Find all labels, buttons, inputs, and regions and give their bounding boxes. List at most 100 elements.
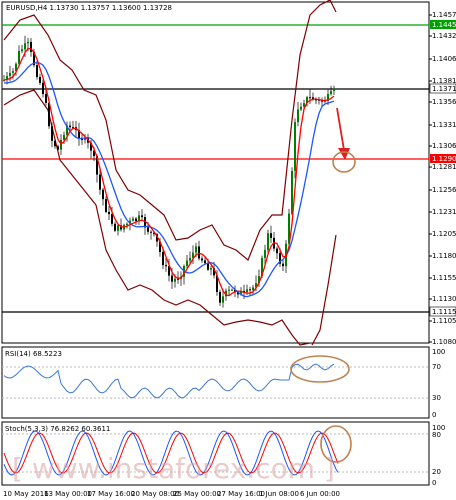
watermark: [ www.instaforex.com ]	[12, 452, 335, 485]
candle-body	[231, 289, 233, 291]
candle-body	[165, 265, 167, 267]
candle-body	[300, 106, 302, 110]
candle-body	[219, 292, 221, 303]
eurusd-h4-chart[interactable]: EURUSD,H4 1.13730 1.13757 1.13600 1.1372…	[0, 0, 456, 500]
time-label: 27 May 16:00	[217, 490, 265, 498]
candle-body	[132, 218, 134, 221]
candle-body	[204, 260, 206, 264]
candle-body	[282, 263, 284, 267]
price-scale-label: 1.13565	[432, 98, 456, 106]
candle-body	[60, 139, 62, 150]
stoch-header: Stoch(5,3,3) 76.8262 60.3611	[5, 425, 110, 433]
candle-body	[27, 41, 29, 44]
candle-body	[42, 82, 44, 95]
price-scale-label: 1.14320	[432, 32, 456, 40]
price-scale-label: 1.14065	[432, 55, 456, 63]
price-scale-label: 1.12310	[432, 208, 456, 216]
candle-body	[291, 170, 293, 214]
rsi-scale-30: 30	[432, 394, 441, 402]
candle-body	[162, 252, 164, 266]
candle-body	[201, 258, 203, 261]
candle-body	[117, 225, 119, 231]
price-scale-label: 1.12560	[432, 186, 456, 194]
price-scale-label: 1.12810	[432, 163, 456, 171]
stoch-scale-20: 20	[432, 468, 441, 476]
rsi-scale-70: 70	[432, 363, 441, 371]
candle-body	[108, 211, 110, 215]
price-scale-label: 1.11050	[432, 317, 456, 325]
time-label: 17 May 16:00	[87, 490, 135, 498]
candle-body	[147, 227, 149, 232]
time-axis: 10 May 201613 May 00:0017 May 16:0020 Ma…	[3, 490, 340, 498]
rsi-scale-100: 100	[432, 348, 445, 356]
candle-body	[228, 289, 230, 291]
candle-body	[264, 249, 266, 258]
rsi-scale-0: 0	[432, 411, 436, 419]
resistance-label: 1.13713	[432, 85, 456, 93]
green-level-label: 1.14454	[432, 21, 456, 29]
candle-body	[36, 65, 38, 78]
time-label: 1 Jun 08:00	[259, 490, 299, 498]
time-label: 20 May 08:00	[131, 490, 179, 498]
candle-body	[24, 43, 26, 50]
candle-body	[39, 77, 41, 83]
candle-body	[150, 231, 152, 233]
candle-body	[333, 88, 335, 92]
candle-body	[171, 275, 173, 282]
time-label: 6 Jun 00:00	[300, 490, 340, 498]
candle-body	[186, 260, 188, 267]
candle-body	[210, 268, 212, 270]
support-label: 1.11150	[432, 308, 456, 316]
candle-body	[12, 71, 14, 73]
candle-body	[54, 140, 56, 147]
candle-body	[330, 91, 332, 95]
rsi-header: RSI(14) 68.5223	[5, 350, 62, 358]
candle-body	[189, 258, 191, 261]
candle-body	[114, 223, 116, 231]
time-label: 10 May 2016	[3, 490, 49, 498]
candle-body	[111, 214, 113, 224]
main-header: EURUSD,H4 1.13730 1.13757 1.13600 1.1372…	[6, 4, 172, 12]
candle-body	[276, 248, 278, 254]
red-level-label: 1.12904	[432, 155, 456, 163]
candle-body	[102, 189, 104, 200]
price-scale-label: 1.10800	[432, 338, 456, 346]
time-label: 25 May 00:00	[173, 490, 221, 498]
candle-body	[21, 49, 23, 52]
candle-body	[174, 278, 176, 282]
candle-body	[63, 134, 65, 140]
candle-body	[9, 72, 11, 77]
candle-body	[126, 223, 128, 225]
candle-body	[51, 126, 53, 141]
candle-body	[246, 289, 248, 293]
stoch-scale-80: 80	[432, 431, 441, 439]
price-scale-label: 1.13315	[432, 121, 456, 129]
candle-body	[207, 263, 209, 270]
candle-body	[45, 94, 47, 103]
price-scale-label: 1.13065	[432, 142, 456, 150]
price-scale-label: 1.14570	[432, 11, 456, 19]
time-label: 13 May 00:00	[44, 490, 92, 498]
candle-body	[141, 215, 143, 218]
candle-body	[252, 287, 254, 291]
candle-body	[222, 296, 224, 303]
candle-body	[198, 246, 200, 259]
candle-body	[297, 109, 299, 123]
price-scale-label: 1.11300	[432, 295, 456, 303]
candle-body	[270, 233, 272, 238]
candle-body	[135, 218, 137, 221]
candle-body	[18, 51, 20, 64]
candle-body	[69, 125, 71, 128]
price-scale-label: 1.11555	[432, 274, 456, 282]
candle-body	[309, 97, 311, 99]
candle-body	[57, 146, 59, 150]
candle-body	[294, 122, 296, 171]
candle-body	[99, 174, 101, 190]
candle-body	[249, 289, 251, 291]
candle-body	[105, 199, 107, 212]
price-scale-label: 1.11805	[432, 252, 456, 260]
candle-body	[267, 233, 269, 250]
price-scale-label: 1.12055	[432, 230, 456, 238]
candle-body	[195, 246, 197, 253]
stoch-scale-0: 0	[432, 479, 436, 487]
